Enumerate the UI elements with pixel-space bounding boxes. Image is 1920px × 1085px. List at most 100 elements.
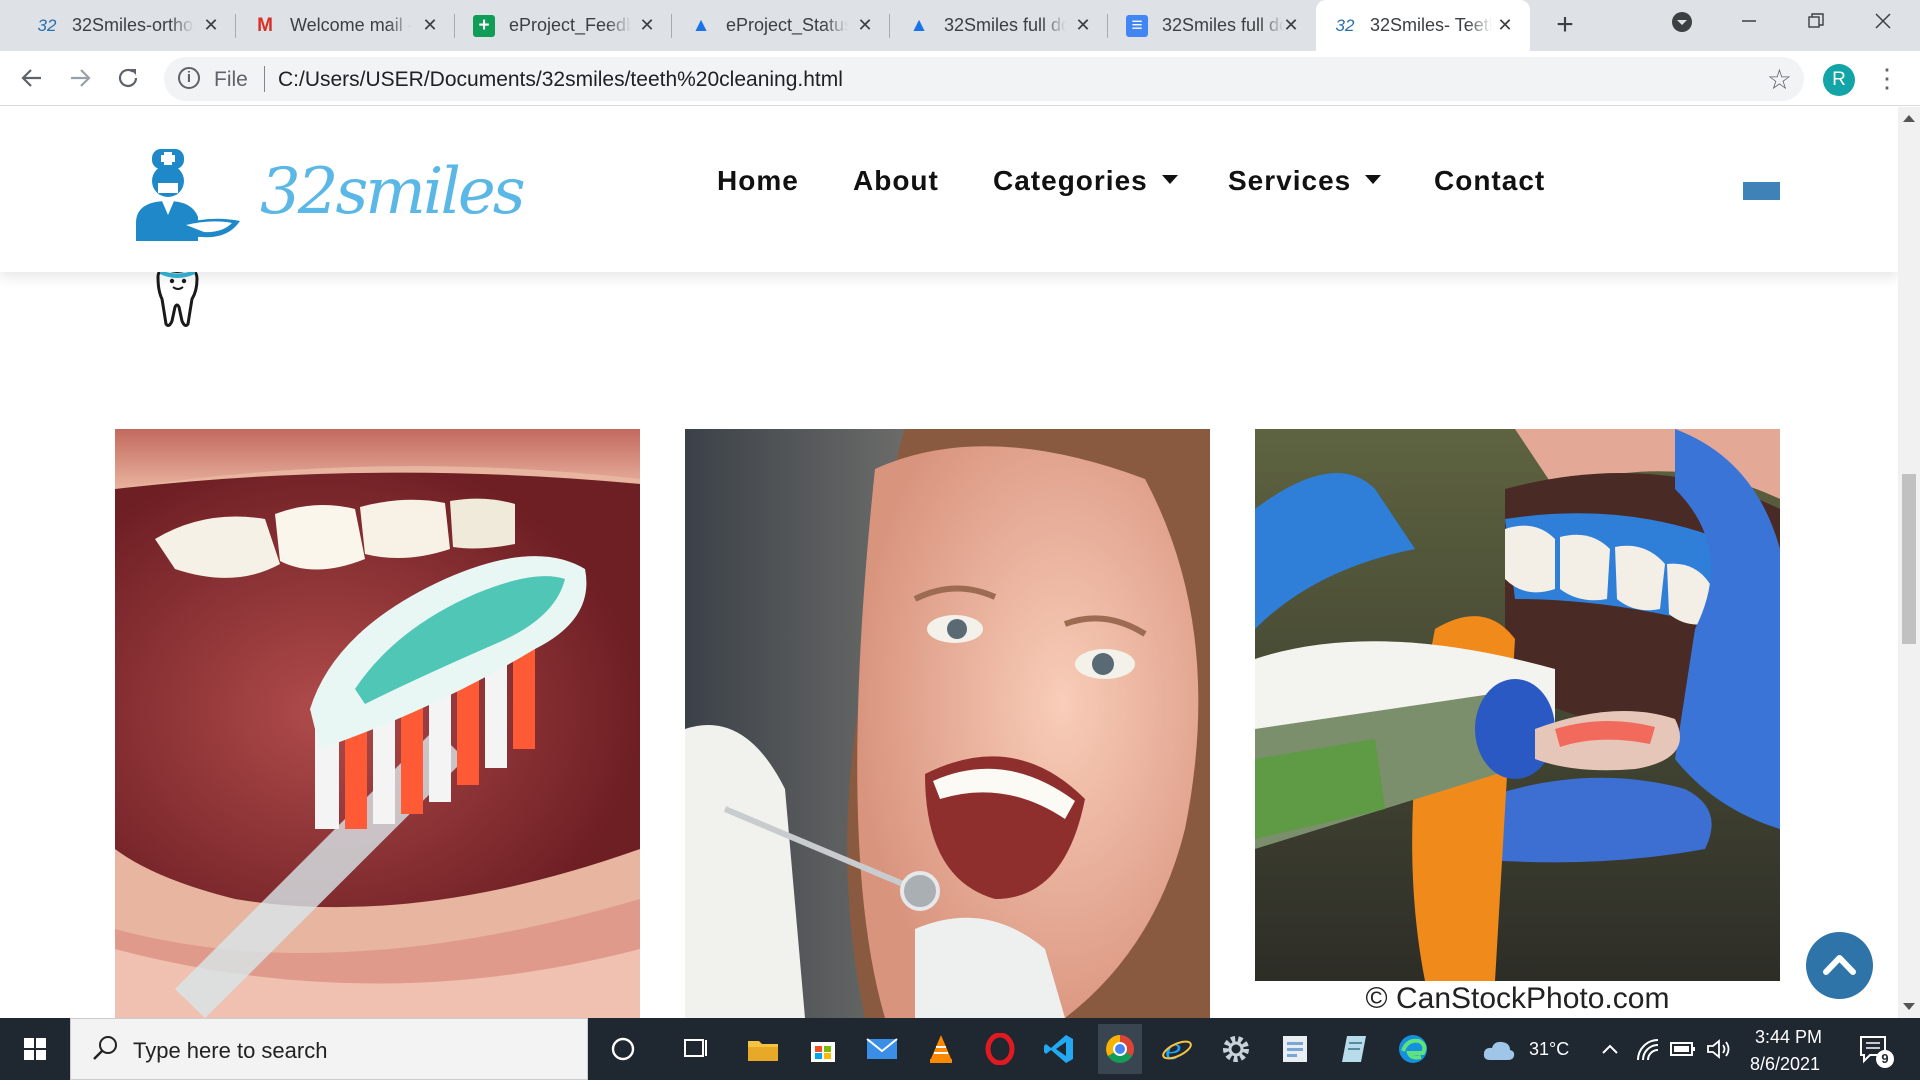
- search-icon: [93, 1036, 117, 1060]
- browser-tab[interactable]: + eProject_Feedback✕: [455, 0, 672, 51]
- tab-search-icon[interactable]: [1650, 0, 1714, 44]
- site-logo-text[interactable]: 32smiles: [260, 155, 526, 229]
- windows-logo-icon: [24, 1038, 46, 1060]
- chrome-icon[interactable]: [1098, 1024, 1142, 1074]
- clock-date[interactable]: 8/6/2021: [1750, 1054, 1820, 1075]
- close-tab-icon[interactable]: ✕: [854, 14, 876, 36]
- chevron-down-icon: [1161, 175, 1178, 184]
- clock-time[interactable]: 3:44 PM: [1755, 1027, 1822, 1048]
- reload-icon[interactable]: [111, 61, 145, 95]
- cortana-icon[interactable]: [603, 1029, 643, 1069]
- 32smiles-favicon: 32: [1335, 15, 1355, 35]
- address-scheme: File: [214, 68, 248, 91]
- settings-gear-icon[interactable]: [1216, 1029, 1256, 1069]
- close-tab-icon[interactable]: ✕: [636, 14, 658, 36]
- vscode-icon[interactable]: [1039, 1029, 1079, 1069]
- scroll-up-arrow-icon[interactable]: [1903, 115, 1915, 122]
- wifi-icon[interactable]: [1636, 1038, 1660, 1062]
- nav-about[interactable]: About: [853, 165, 939, 197]
- edge-icon[interactable]: [1393, 1029, 1433, 1069]
- chevron-up-icon: [1823, 955, 1856, 975]
- chevron-down-icon: [1365, 175, 1382, 184]
- browser-tab[interactable]: ≡ 32Smiles full doc✕: [1108, 0, 1316, 51]
- tab-title: 32Smiles full doc: [944, 15, 1066, 35]
- gallery-image-dental-checkup[interactable]: [685, 429, 1210, 1018]
- minimize-button[interactable]: [1717, 0, 1781, 44]
- notes-app-icon[interactable]: [1334, 1029, 1374, 1069]
- nav-categories-label: Categories: [993, 165, 1148, 196]
- windows-taskbar: Type here to search e 31°C 3:44 PM 8/6/2…: [0, 1018, 1920, 1080]
- sheets-icon: +: [473, 14, 495, 37]
- start-button[interactable]: [0, 1018, 70, 1080]
- tab-title: 32Smiles- Teeth Cleaning: [1370, 15, 1492, 35]
- tab-title: Welcome mail - r: [290, 15, 412, 35]
- dentist-logo-icon[interactable]: [132, 145, 244, 245]
- profile-avatar[interactable]: R: [1823, 64, 1855, 96]
- notification-count-badge: 9: [1876, 1050, 1894, 1068]
- address-divider: [264, 66, 265, 92]
- image-watermark-caption: © CanStockPhoto.com: [1255, 981, 1780, 1017]
- restore-button[interactable]: [1784, 0, 1848, 44]
- browser-tab[interactable]: ▲ eProject_Status ✕: [672, 0, 890, 51]
- close-tab-icon[interactable]: ✕: [200, 14, 222, 36]
- scrollbar-thumb[interactable]: [1902, 474, 1916, 644]
- document-app-icon[interactable]: [1275, 1029, 1315, 1069]
- nav-home[interactable]: Home: [717, 165, 799, 197]
- browser-tab-active[interactable]: 32 32Smiles- Teeth Cleaning✕: [1316, 0, 1530, 51]
- microsoft-store-icon[interactable]: [803, 1029, 843, 1069]
- scroll-down-arrow-icon[interactable]: [1903, 1003, 1915, 1010]
- task-view-icon[interactable]: [675, 1029, 715, 1069]
- tab-title: 32Smiles full doc: [1162, 15, 1284, 35]
- notification-center-icon[interactable]: 9: [1858, 1034, 1894, 1068]
- show-hidden-icons-chevron-icon[interactable]: [1600, 1040, 1620, 1060]
- tab-title: eProject_Feedback: [509, 15, 631, 35]
- file-explorer-icon[interactable]: [743, 1029, 783, 1069]
- close-tab-icon[interactable]: ✕: [1494, 14, 1516, 36]
- site-header: 32smiles Home About Categories Services …: [0, 107, 1898, 272]
- weather-cloud-icon[interactable]: [1482, 1038, 1516, 1062]
- forward-arrow-icon[interactable]: [63, 61, 97, 95]
- battery-icon[interactable]: [1670, 1039, 1696, 1059]
- mail-icon[interactable]: [862, 1029, 902, 1069]
- bookmark-star-icon[interactable]: ☆: [1767, 63, 1792, 96]
- nav-categories[interactable]: Categories: [993, 165, 1178, 197]
- page-viewport: 32smiles Home About Categories Services …: [0, 107, 1898, 1018]
- browser-toolbar: i File C:/Users/USER/Documents/32smiles/…: [0, 51, 1920, 106]
- close-tab-icon[interactable]: ✕: [1280, 14, 1302, 36]
- address-url[interactable]: C:/Users/USER/Documents/32smiles/teeth%2…: [278, 68, 843, 92]
- back-arrow-icon[interactable]: [15, 61, 49, 95]
- docs-icon: ≡: [1126, 14, 1148, 37]
- nav-services[interactable]: Services: [1228, 165, 1382, 197]
- opera-icon[interactable]: [980, 1029, 1020, 1069]
- volume-icon[interactable]: [1706, 1038, 1732, 1060]
- menu-toggle-button[interactable]: [1743, 182, 1780, 200]
- weather-temperature[interactable]: 31°C: [1529, 1039, 1569, 1060]
- close-tab-icon[interactable]: ✕: [1072, 14, 1094, 36]
- tab-title: 32Smiles-orthodontics: [72, 15, 194, 35]
- nav-services-label: Services: [1228, 165, 1352, 196]
- gmail-icon: M: [257, 14, 273, 36]
- browser-tab-strip: 32 32Smiles-orthodontics ✕ M Welcome mail - …: [0, 0, 1920, 51]
- close-tab-icon[interactable]: ✕: [419, 14, 441, 36]
- nav-contact[interactable]: Contact: [1434, 165, 1545, 197]
- taskbar-search-box[interactable]: Type here to search: [70, 1018, 588, 1080]
- browser-tab[interactable]: M Welcome mail - r ✕: [236, 0, 455, 51]
- gallery-image-toothbrush[interactable]: [115, 429, 640, 1018]
- gallery-image-teeth-whitening[interactable]: [1255, 429, 1780, 981]
- drive-icon: ▲: [691, 14, 711, 36]
- tab-title: eProject_Status: [726, 15, 848, 35]
- browser-menu-icon[interactable]: ⋮: [1874, 61, 1900, 95]
- site-info-icon[interactable]: i: [178, 67, 200, 89]
- 32smiles-favicon: 32: [37, 15, 57, 35]
- scroll-to-top-button[interactable]: [1806, 932, 1873, 999]
- browser-tab[interactable]: ▲ 32Smiles full doc ✕: [890, 0, 1108, 51]
- new-tab-button[interactable]: +: [1550, 10, 1580, 41]
- page-scrollbar[interactable]: [1898, 107, 1920, 1018]
- address-bar[interactable]: i File C:/Users/USER/Documents/32smiles/…: [164, 57, 1804, 101]
- tooth-icon: [150, 267, 205, 327]
- close-window-button[interactable]: [1851, 0, 1915, 44]
- drive-icon: ▲: [909, 14, 929, 36]
- vlc-icon[interactable]: [921, 1029, 961, 1069]
- internet-explorer-icon[interactable]: e: [1157, 1029, 1197, 1069]
- browser-tab[interactable]: 32 32Smiles-orthodontics ✕: [18, 0, 236, 51]
